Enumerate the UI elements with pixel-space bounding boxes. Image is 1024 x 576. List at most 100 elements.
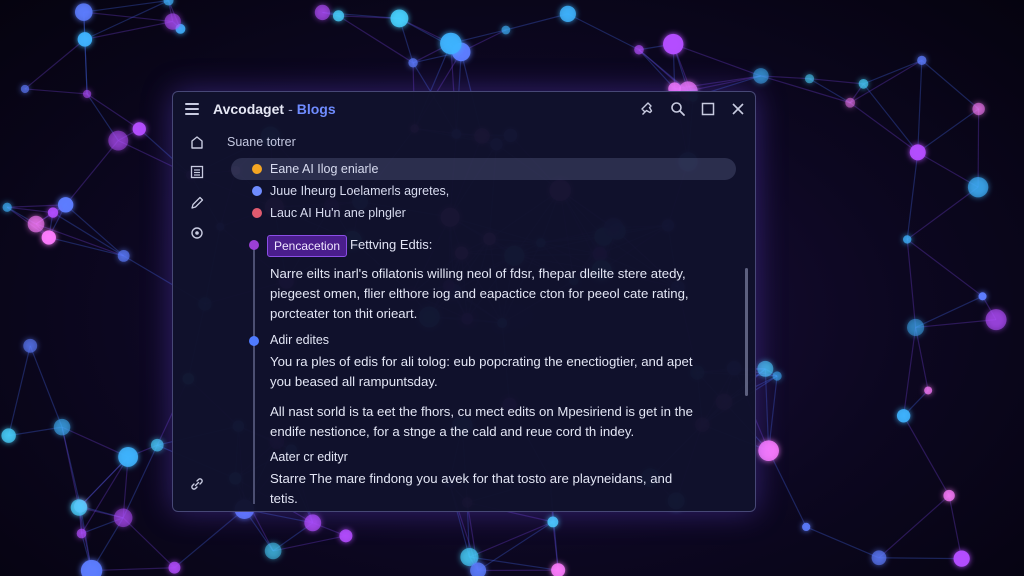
paragraph: You ra ples of edis for ali tolog: eub p… (270, 354, 693, 389)
network-link (805, 526, 880, 559)
network-node (163, 0, 174, 6)
network-link (687, 75, 761, 92)
network-node (953, 550, 970, 567)
network-node (74, 3, 93, 21)
post-list: Eane AI Ilog eniarle Juue Iheurg Loelame… (231, 158, 736, 224)
section-heading: Adir edites (270, 333, 330, 347)
settings-icon[interactable] (189, 225, 205, 241)
close-icon[interactable] (729, 100, 747, 118)
network-node (150, 438, 164, 452)
sidebar (173, 126, 219, 511)
network-node (314, 4, 331, 21)
status-dot (252, 208, 262, 218)
network-node (82, 89, 92, 99)
network-link (567, 13, 640, 51)
network-node (663, 33, 684, 55)
network-link (917, 60, 923, 153)
paragraph: All nast sorld is ta eet the fhors, cu m… (270, 404, 693, 439)
network-node (164, 13, 181, 30)
list-item[interactable]: Lauc AI Hu'n ane plngler (231, 202, 736, 224)
timeline-dot (249, 240, 259, 250)
network-link (906, 238, 983, 297)
timeline-dot (249, 336, 259, 346)
network-link (915, 327, 929, 391)
network-link (84, 20, 173, 40)
network-link (86, 93, 140, 130)
list-icon[interactable] (189, 164, 205, 180)
list-item-label: Juue Iheurg Loelamerls agretes, (270, 184, 450, 198)
network-link (768, 450, 807, 528)
blog-window: Avcodaget - Blogs Suane totrer Eane AI I… (172, 91, 756, 512)
network-node (943, 489, 955, 502)
status-dot (252, 186, 262, 196)
network-node (304, 514, 322, 532)
network-link (477, 521, 554, 572)
network-node (264, 542, 282, 560)
network-link (906, 186, 979, 240)
network-node (924, 386, 933, 395)
section-heading: Aater cr edityr (270, 450, 348, 464)
network-link (61, 426, 129, 458)
maximize-icon[interactable] (699, 100, 717, 118)
paragraph: Narre eilts inarl's ofilatonis willing n… (270, 266, 689, 321)
network-node (41, 230, 56, 245)
network-node (845, 97, 856, 108)
network-link (505, 13, 569, 31)
network-node (76, 528, 87, 539)
network-node (2, 202, 12, 212)
network-node (896, 409, 911, 423)
network-node (634, 44, 644, 55)
scrollbar[interactable] (745, 268, 748, 396)
network-link (906, 239, 917, 328)
network-node (440, 32, 462, 55)
network-link (768, 375, 778, 451)
network-link (915, 295, 983, 328)
window-subtitle: Suane totrer (227, 135, 296, 149)
network-node (53, 418, 71, 436)
pin-icon[interactable] (639, 100, 657, 118)
network-node (70, 499, 88, 516)
network-link (917, 108, 979, 153)
network-link (878, 557, 962, 560)
network-link (638, 49, 676, 90)
network-node (501, 25, 511, 35)
network-link (469, 521, 554, 558)
network-link (977, 108, 980, 188)
search-icon[interactable] (669, 100, 687, 118)
hamburger-menu-icon[interactable] (185, 103, 199, 115)
network-link (29, 345, 63, 428)
network-node (27, 215, 45, 233)
link-icon[interactable] (189, 476, 205, 492)
network-link (78, 456, 129, 508)
home-icon[interactable] (189, 134, 205, 150)
category-tag[interactable]: Pencacetion (267, 235, 348, 257)
network-node (113, 508, 133, 528)
list-item-label: Eane AI Ilog eniarle (270, 162, 379, 176)
list-item[interactable]: Juue Iheurg Loelamerls agretes, (231, 180, 736, 202)
network-node (332, 10, 345, 22)
app-name: Avcodaget (213, 101, 285, 117)
network-node (23, 338, 38, 353)
network-link (83, 11, 173, 23)
list-item[interactable]: Eane AI Ilog eniarle (231, 158, 736, 180)
network-link (174, 508, 245, 569)
network-node (339, 529, 353, 543)
network-node (47, 207, 59, 218)
network-node (802, 522, 811, 532)
network-node (972, 102, 985, 116)
network-link (122, 517, 175, 569)
network-node (909, 144, 926, 161)
network-node (559, 5, 576, 22)
network-node (907, 318, 925, 336)
network-link (915, 319, 997, 329)
network-node (772, 371, 782, 381)
edit-icon[interactable] (189, 195, 205, 211)
network-link (673, 43, 762, 77)
network-node (804, 74, 815, 84)
network-node (757, 360, 774, 377)
title-separator: - (288, 101, 293, 117)
section-heading: Fettving Edtis: (350, 237, 433, 252)
title-bar: Avcodaget - Blogs (173, 92, 755, 126)
status-dot (252, 164, 262, 174)
network-node (118, 446, 139, 467)
